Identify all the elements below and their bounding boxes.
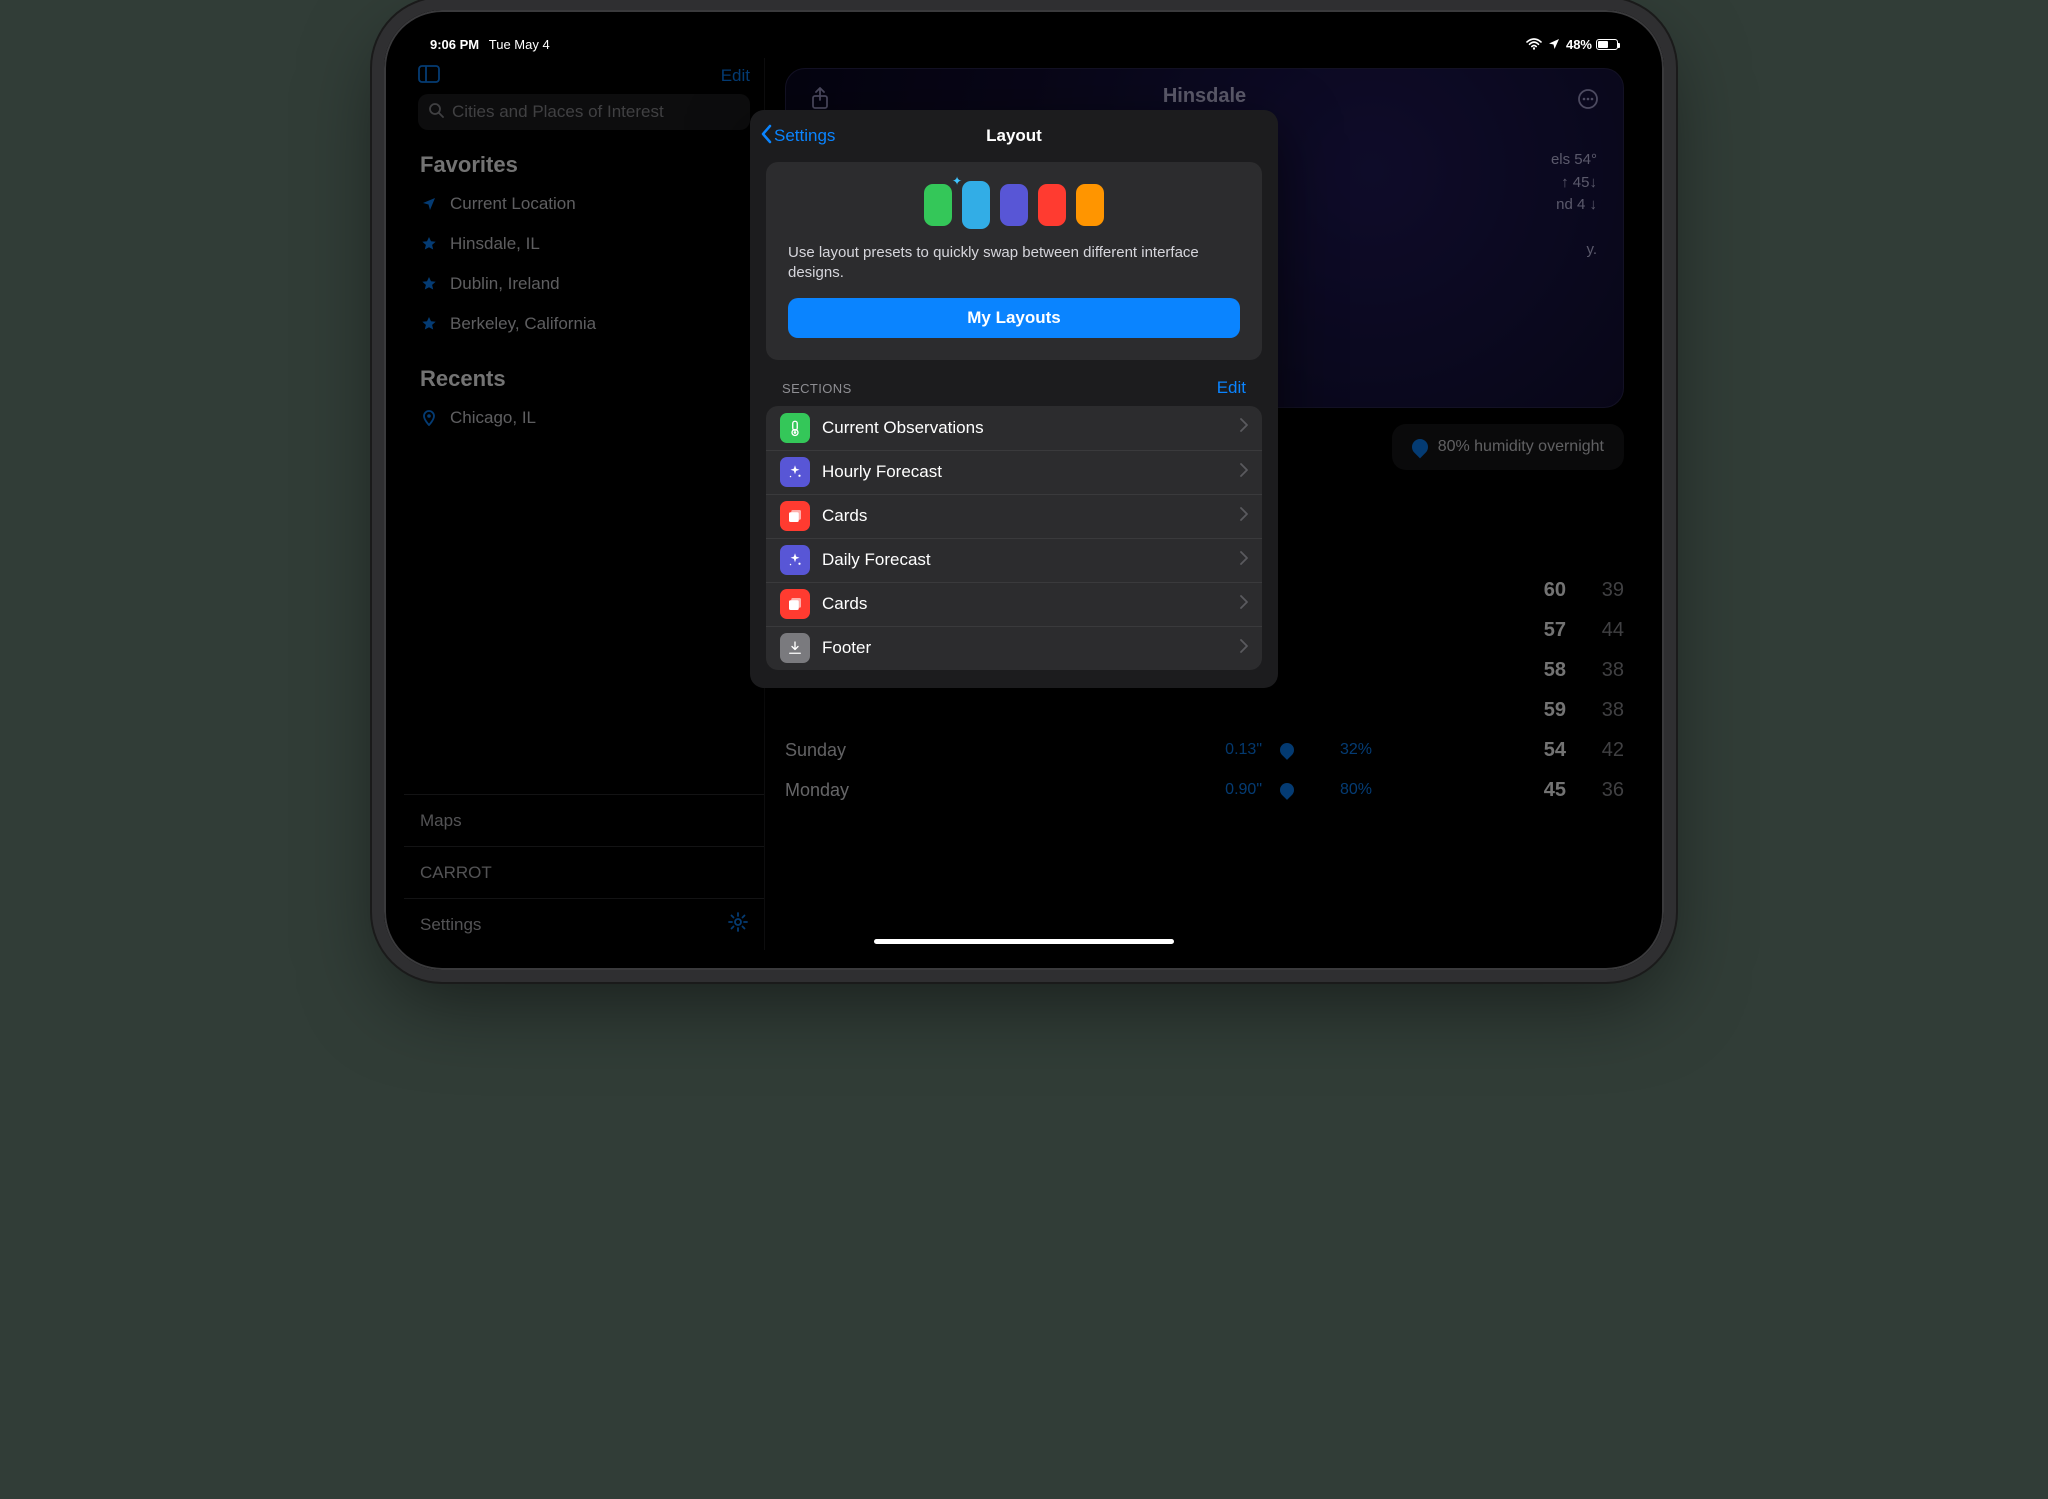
gear-icon (728, 912, 748, 937)
humidity-pill: 80% humidity overnight (1392, 424, 1624, 470)
daily-row: Monday 0.90" 80% 45 36 (785, 770, 1624, 810)
droplet-icon (1408, 436, 1431, 459)
sidebar-edit-button[interactable]: Edit (721, 66, 750, 86)
search-icon (428, 102, 444, 123)
cards-icon (780, 589, 810, 619)
download-icon (780, 633, 810, 663)
sparkle-icon (780, 545, 810, 575)
cards-icon (780, 501, 810, 531)
sidebar-bottom-item[interactable]: Settings (404, 898, 764, 950)
droplet-icon (1277, 780, 1297, 800)
sparkle-icon (780, 457, 810, 487)
section-row[interactable]: Cards (766, 582, 1262, 626)
location-icon (420, 195, 438, 213)
preset-swatches: ✦ (788, 184, 1240, 229)
search-placeholder: Cities and Places of Interest (452, 102, 664, 122)
recents-heading: Recents (420, 366, 748, 392)
section-label: Daily Forecast (822, 550, 1228, 570)
my-layouts-button[interactable]: My Layouts (788, 298, 1240, 338)
chevron-right-icon (1240, 595, 1248, 614)
chevron-right-icon (1240, 551, 1248, 570)
status-bar: 9:06 PM Tue May 4 48% (404, 30, 1644, 54)
sidebar-toggle-icon[interactable] (418, 65, 440, 88)
section-row[interactable]: Cards (766, 494, 1262, 538)
preset-swatch[interactable] (1076, 184, 1104, 226)
therm-icon (780, 413, 810, 443)
status-date: Tue May 4 (489, 37, 550, 52)
star-icon (420, 235, 438, 253)
section-row[interactable]: Footer (766, 626, 1262, 670)
sections-edit-button[interactable]: Edit (1217, 378, 1246, 398)
section-label: Current Observations (822, 418, 1228, 438)
sidebar-bottom-label: Maps (420, 811, 462, 831)
sidebar-bottom-item[interactable]: Maps (404, 794, 764, 846)
home-indicator[interactable] (874, 939, 1174, 944)
section-row[interactable]: Hourly Forecast (766, 450, 1262, 494)
sidebar-item-favorite[interactable]: Dublin, Ireland (418, 264, 750, 304)
star-icon (420, 275, 438, 293)
section-label: Footer (822, 638, 1228, 658)
modal-nav: Settings Layout (750, 110, 1278, 162)
location-arrow-icon (1548, 38, 1560, 50)
daily-row: Sunday 0.13" 32% 54 42 (785, 730, 1624, 770)
back-button[interactable]: Settings (760, 110, 835, 162)
sidebar-item-label: Chicago, IL (450, 408, 536, 428)
preset-description: Use layout presets to quickly swap betwe… (788, 243, 1240, 284)
modal-title: Layout (986, 126, 1042, 146)
section-row[interactable]: Current Observations (766, 406, 1262, 450)
sidebar-item-favorite[interactable]: Berkeley, California (418, 304, 750, 344)
hero-stats: els 54°↑ 45↓nd 4 ↓ y. (1551, 149, 1597, 262)
chevron-left-icon (760, 124, 772, 149)
layout-settings-modal: Settings Layout ✦ Use layout presets to … (750, 110, 1278, 688)
sidebar-item-label: Dublin, Ireland (450, 274, 560, 294)
sidebar-item-label: Hinsdale, IL (450, 234, 540, 254)
battery-pct: 48% (1566, 37, 1592, 52)
preset-swatch[interactable] (1000, 184, 1028, 226)
droplet-icon (1277, 740, 1297, 760)
chevron-right-icon (1240, 507, 1248, 526)
favorites-heading: Favorites (420, 152, 748, 178)
status-time: 9:06 PM (430, 37, 479, 52)
sidebar-bottom-item[interactable]: CARROT (404, 846, 764, 898)
sidebar: Edit Cities and Places of Interest Favor… (404, 58, 765, 950)
sections-heading: SECTIONS (782, 381, 852, 396)
sidebar-item-favorite[interactable]: Current Location (418, 184, 750, 224)
back-label: Settings (774, 126, 835, 146)
chevron-right-icon (1240, 418, 1248, 437)
sidebar-item-favorite[interactable]: Hinsdale, IL (418, 224, 750, 264)
pin-icon (420, 409, 438, 427)
preset-swatch[interactable] (924, 184, 952, 226)
preset-card: ✦ Use layout presets to quickly swap bet… (766, 162, 1262, 360)
sidebar-item-recent[interactable]: Chicago, IL (418, 398, 750, 438)
chevron-right-icon (1240, 639, 1248, 658)
section-label: Cards (822, 506, 1228, 526)
sidebar-item-label: Berkeley, California (450, 314, 596, 334)
location-title: Hinsdale (786, 85, 1623, 108)
preset-swatch[interactable] (1038, 184, 1066, 226)
daily-row: 59 38 (785, 690, 1624, 730)
sidebar-bottom-label: CARROT (420, 863, 492, 883)
wifi-icon (1526, 38, 1542, 50)
star-icon (420, 315, 438, 333)
search-input[interactable]: Cities and Places of Interest (418, 94, 750, 130)
humidity-text: 80% humidity overnight (1438, 438, 1604, 456)
preset-swatch[interactable] (962, 181, 990, 229)
sidebar-bottom-label: Settings (420, 915, 481, 935)
spark-icon: ✦ (952, 174, 962, 188)
section-label: Hourly Forecast (822, 462, 1228, 482)
sidebar-item-label: Current Location (450, 194, 576, 214)
chevron-right-icon (1240, 463, 1248, 482)
section-row[interactable]: Daily Forecast (766, 538, 1262, 582)
battery-indicator: 48% (1566, 37, 1618, 52)
section-label: Cards (822, 594, 1228, 614)
